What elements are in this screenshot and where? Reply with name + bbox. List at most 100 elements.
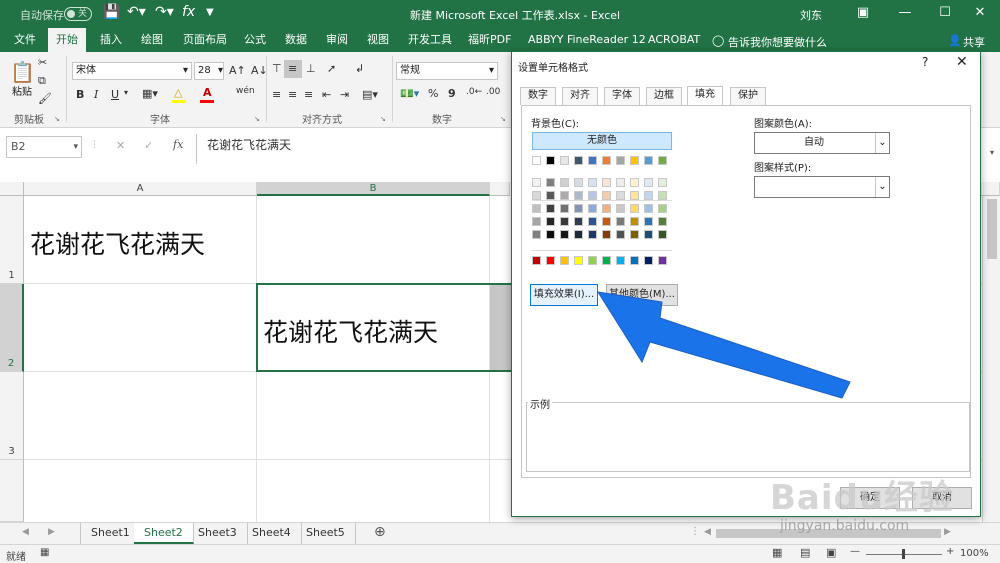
color-swatch-standard[interactable]: [630, 256, 639, 265]
color-swatch-tint[interactable]: [644, 230, 653, 239]
scrollbar-thumb[interactable]: [987, 199, 997, 259]
dialog-tab-fill[interactable]: 填充: [687, 86, 723, 106]
dialog-tab-protection[interactable]: 保护: [730, 87, 766, 105]
no-color-button[interactable]: 无颜色: [532, 132, 672, 150]
color-swatch-tint[interactable]: [588, 230, 597, 239]
alignment-launcher-icon[interactable]: ↘: [380, 115, 386, 123]
add-sheet-icon[interactable]: ⊕: [374, 524, 386, 540]
dialog-tab-number[interactable]: 数字: [520, 87, 556, 105]
scroll-sheets-left-icon[interactable]: ◀: [22, 527, 29, 537]
zoom-in-icon[interactable]: +: [946, 546, 954, 557]
bold-button[interactable]: B: [76, 88, 84, 101]
color-swatch-standard[interactable]: [616, 256, 625, 265]
hscroll-right-icon[interactable]: ▶: [944, 527, 951, 537]
user-name[interactable]: 刘东: [800, 7, 822, 23]
decrease-decimal-icon[interactable]: .00: [486, 87, 500, 97]
color-swatch-tint[interactable]: [658, 230, 667, 239]
color-swatch-tint[interactable]: [546, 178, 555, 187]
align-top-icon[interactable]: ⊤: [272, 62, 282, 75]
color-swatch-tint[interactable]: [546, 217, 555, 226]
redo-icon[interactable]: ↷▾: [155, 4, 174, 20]
color-swatch-tint[interactable]: [616, 217, 625, 226]
clipboard-launcher-icon[interactable]: ↘: [54, 115, 60, 123]
expand-formula-icon[interactable]: ▾: [990, 148, 994, 157]
tab-home[interactable]: 开始: [48, 28, 86, 52]
dialog-tab-font[interactable]: 字体: [604, 87, 640, 105]
tab-abbyy[interactable]: ABBYY FineReader 12: [520, 28, 654, 52]
cut-icon[interactable]: ✂: [38, 56, 47, 69]
decrease-indent-icon[interactable]: ⇤: [322, 88, 331, 101]
color-swatch-tint[interactable]: [658, 204, 667, 213]
color-swatch-tint[interactable]: [602, 217, 611, 226]
dialog-help-button[interactable]: ?: [922, 55, 928, 69]
tab-developer[interactable]: 开发工具: [400, 28, 460, 52]
dialog-tab-alignment[interactable]: 对齐: [562, 87, 598, 105]
color-swatch-tint[interactable]: [560, 191, 569, 200]
increase-indent-icon[interactable]: ⇥: [340, 88, 349, 101]
row-header-4[interactable]: [0, 460, 24, 522]
tab-data[interactable]: 数据: [277, 28, 315, 52]
color-swatch-tint[interactable]: [644, 191, 653, 200]
color-swatch-tint[interactable]: [630, 178, 639, 187]
row-header-3[interactable]: 3: [0, 372, 24, 460]
pattern-color-select[interactable]: 自动 ⌄: [754, 132, 890, 154]
format-painter-icon[interactable]: 🖌: [38, 92, 52, 105]
font-color-icon[interactable]: A: [203, 86, 212, 99]
sheet-tab-3[interactable]: Sheet3: [188, 523, 248, 544]
color-swatch-tint[interactable]: [658, 191, 667, 200]
sheet-tab-5[interactable]: Sheet5: [296, 523, 356, 544]
tab-file[interactable]: 文件: [6, 28, 44, 52]
tab-insert[interactable]: 插入: [92, 28, 130, 52]
color-swatch-theme[interactable]: [574, 156, 583, 165]
formula-input[interactable]: 花谢花飞花满天: [196, 134, 516, 164]
share-icon[interactable]: 👤: [948, 34, 962, 47]
color-swatch-theme[interactable]: [560, 156, 569, 165]
color-swatch-tint[interactable]: [560, 178, 569, 187]
zoom-slider-thumb[interactable]: [902, 549, 905, 559]
align-right-icon[interactable]: ≡: [304, 88, 313, 101]
tab-draw[interactable]: 绘图: [133, 28, 171, 52]
color-swatch-tint[interactable]: [644, 204, 653, 213]
font-size-select[interactable]: 28 ▾: [194, 62, 224, 80]
tab-review[interactable]: 审阅: [318, 28, 356, 52]
color-swatch-standard[interactable]: [588, 256, 597, 265]
color-swatch-tint[interactable]: [560, 217, 569, 226]
tab-view[interactable]: 视图: [359, 28, 397, 52]
row-header-2[interactable]: 2: [0, 284, 24, 372]
font-launcher-icon[interactable]: ↘: [254, 115, 260, 123]
dialog-tab-border[interactable]: 边框: [646, 87, 682, 105]
color-swatch-tint[interactable]: [546, 204, 555, 213]
color-swatch-tint[interactable]: [560, 230, 569, 239]
underline-button[interactable]: U: [111, 88, 119, 101]
color-swatch-tint[interactable]: [630, 217, 639, 226]
color-swatch-theme[interactable]: [588, 156, 597, 165]
align-bottom-icon[interactable]: ⊥: [306, 62, 316, 75]
color-swatch-tint[interactable]: [588, 191, 597, 200]
color-swatch-tint[interactable]: [588, 178, 597, 187]
color-swatch-tint[interactable]: [644, 178, 653, 187]
scroll-sheets-right-icon[interactable]: ▶: [48, 527, 55, 537]
column-header-b[interactable]: B: [257, 182, 490, 196]
number-format-select[interactable]: 常规 ▾: [396, 62, 498, 80]
function-icon[interactable]: fx: [182, 4, 195, 20]
maximize-icon[interactable]: ☐: [930, 2, 960, 26]
color-swatch-standard[interactable]: [658, 256, 667, 265]
close-window-icon[interactable]: ✕: [965, 2, 995, 26]
normal-view-icon[interactable]: ▦: [772, 546, 782, 559]
row-header-1[interactable]: 1: [0, 196, 24, 284]
color-swatch-tint[interactable]: [532, 230, 541, 239]
comma-style-button[interactable]: 9: [448, 87, 456, 100]
vertical-scrollbar[interactable]: [982, 196, 1000, 522]
color-swatch-tint[interactable]: [616, 191, 625, 200]
sheet-tab-1[interactable]: Sheet1: [80, 523, 141, 544]
percent-button[interactable]: %: [428, 87, 438, 100]
minimize-icon[interactable]: —: [890, 2, 920, 26]
increase-decimal-icon[interactable]: .0←: [466, 87, 482, 97]
tell-me-box[interactable]: 告诉我你想要做什么: [728, 34, 827, 50]
color-swatch-tint[interactable]: [574, 217, 583, 226]
name-box[interactable]: B2 ▾: [6, 136, 82, 158]
macro-record-icon[interactable]: ▦: [40, 547, 49, 558]
insert-function-button[interactable]: fx: [173, 138, 183, 151]
color-swatch-tint[interactable]: [532, 178, 541, 187]
fill-color-icon[interactable]: △: [174, 86, 182, 99]
